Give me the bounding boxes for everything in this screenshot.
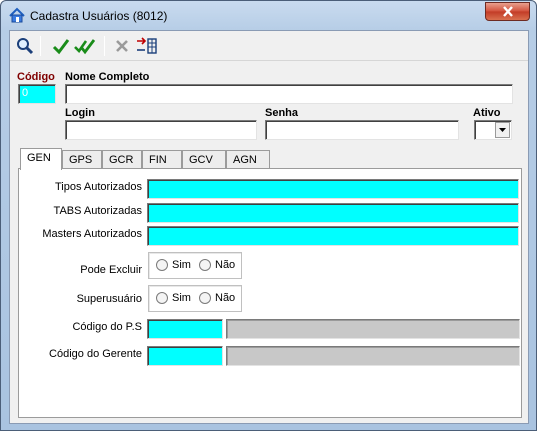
radio-circle	[156, 292, 168, 304]
masters-autorizados-label: Masters Autorizados	[42, 228, 142, 240]
ativo-label: Ativo	[473, 107, 501, 119]
tab-agn[interactable]: AGN	[226, 150, 270, 169]
close-button[interactable]	[485, 2, 530, 21]
pode-excluir-label: Pode Excluir	[80, 264, 142, 276]
radio-circle	[156, 259, 168, 271]
tab-gcv[interactable]: GCV	[182, 150, 226, 169]
nome-completo-field[interactable]	[65, 84, 513, 104]
pode-excluir-radio-group: Sim Não	[148, 252, 242, 279]
codigo-label: Código	[17, 71, 55, 83]
login-field[interactable]	[65, 120, 257, 140]
client-area: Código 0 Nome Completo Login Senha Ativo…	[9, 30, 529, 424]
superusuario-radio-group: Sim Não	[148, 285, 242, 312]
masters-autorizados-field[interactable]	[147, 226, 519, 246]
superusuario-label: Superusuário	[76, 293, 142, 305]
confirm-all-check-icon	[74, 39, 96, 55]
codigo-ps-label: Código do P.S	[72, 321, 142, 333]
title-bar[interactable]: Cadastra Usuários (8012)	[1, 1, 536, 29]
nao-label: Não	[215, 292, 236, 304]
cancel-x-icon	[116, 40, 128, 52]
pode-excluir-sim-radio[interactable]: Sim	[156, 259, 191, 271]
ativo-select[interactable]	[474, 120, 512, 140]
codigo-gerente-field[interactable]	[147, 346, 223, 366]
toolbar	[10, 31, 528, 61]
app-window: Cadastra Usuários (8012) Código 0 Nome C…	[0, 0, 537, 431]
senha-label: Senha	[265, 107, 299, 119]
nome-completo-label: Nome Completo	[65, 71, 150, 83]
tab-gen[interactable]: GEN	[20, 148, 62, 170]
codigo-gerente-label: Código do Gerente	[49, 348, 142, 360]
codigo-field[interactable]: 0	[18, 84, 56, 104]
confirm-check-icon	[52, 39, 70, 55]
login-label: Login	[65, 107, 95, 119]
superusuario-sim-radio[interactable]: Sim	[156, 292, 191, 304]
columns-settings-icon	[137, 37, 157, 54]
tipos-autorizados-label: Tipos Autorizados	[54, 181, 142, 193]
tabs-autorizadas-field[interactable]	[147, 203, 519, 223]
codigo-gerente-description	[226, 346, 520, 366]
cancel-button[interactable]	[111, 35, 133, 57]
sim-label: Sim	[172, 292, 191, 304]
search-button[interactable]	[14, 35, 36, 57]
ativo-dropdown-button[interactable]	[495, 122, 510, 138]
pode-excluir-nao-radio[interactable]: Não	[199, 259, 235, 271]
tipos-autorizados-field[interactable]	[147, 179, 519, 199]
app-icon	[9, 7, 25, 23]
close-icon	[502, 6, 513, 17]
senha-field[interactable]	[265, 120, 459, 140]
search-icon	[17, 38, 34, 55]
chevron-down-icon	[499, 128, 506, 132]
columns-settings-button[interactable]	[136, 35, 158, 57]
tab-fin[interactable]: FIN	[142, 150, 182, 169]
codigo-ps-description	[226, 319, 520, 339]
tab-gcr[interactable]: GCR	[102, 150, 142, 169]
tabs-autorizadas-label: TABS Autorizadas	[53, 205, 142, 217]
tab-panel-gen: Tipos Autorizados TABS Autorizadas Maste…	[18, 168, 522, 418]
radio-circle	[199, 292, 211, 304]
sim-label: Sim	[172, 259, 191, 271]
confirm-button[interactable]	[50, 35, 72, 57]
radio-circle	[199, 259, 211, 271]
codigo-ps-field[interactable]	[147, 319, 223, 339]
confirm-all-button[interactable]	[74, 35, 96, 57]
nao-label: Não	[215, 259, 236, 271]
window-title: Cadastra Usuários (8012)	[30, 9, 168, 23]
tab-gps[interactable]: GPS	[62, 150, 102, 169]
superusuario-nao-radio[interactable]: Não	[199, 292, 235, 304]
